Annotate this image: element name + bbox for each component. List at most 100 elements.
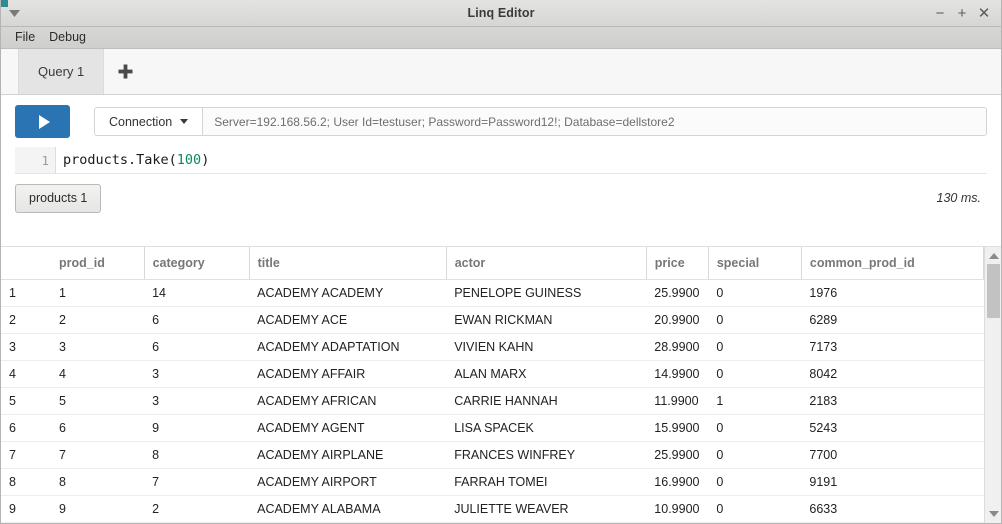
cell-prod-id[interactable]: 3 (51, 333, 145, 361)
cell-common-prod-id[interactable]: 7173 (801, 333, 984, 361)
table-row[interactable]: 5 5 3 ACADEMY AFRICAN CARRIE HANNAH 11.9900 1 2… (1, 387, 984, 415)
cell-category[interactable]: 15 (144, 522, 250, 523)
cell-special[interactable]: 0 (708, 279, 802, 307)
scroll-up-button[interactable] (985, 249, 1001, 263)
cell-actor[interactable]: FRANCES WINFREY (446, 441, 647, 469)
cell-title[interactable]: ACADEMY AIRPLANE (249, 441, 447, 469)
cell-actor[interactable]: ALAN MARX (446, 360, 647, 388)
cell-actor[interactable]: FARRAH TOMEI (446, 468, 647, 496)
cell-common-prod-id[interactable]: 1976 (801, 279, 984, 307)
table-row[interactable]: 2 2 6 ACADEMY ACE EWAN RICKMAN 20.9900 0 6289 (1, 306, 984, 334)
cell-title[interactable]: ACADEMY ALABAMA (249, 495, 447, 523)
cell-price[interactable]: 16.9900 (646, 468, 709, 496)
cell-title[interactable]: ACADEMY AGENT (249, 414, 447, 442)
column-header-title[interactable]: title (249, 247, 447, 280)
run-query-button[interactable] (15, 105, 70, 138)
cell-title[interactable]: ACADEMY AIRPORT (249, 468, 447, 496)
cell-actor[interactable]: PENELOPE GUINESS (446, 279, 647, 307)
table-row[interactable]: 7 7 8 ACADEMY AIRPLANE FRANCES WINFREY 25.990… (1, 441, 984, 469)
table-row[interactable]: 101015ACADEMY ALADDINANNETTE FREEMAN0.00… (1, 522, 984, 523)
cell-category[interactable]: 7 (144, 468, 250, 496)
result-set-tab-products[interactable]: products 1 (15, 184, 102, 213)
cell-actor[interactable]: CARRIE HANNAH (446, 387, 647, 415)
cell-category[interactable]: 6 (144, 306, 250, 334)
cell-price[interactable]: 28.9900 (646, 333, 709, 361)
close-button[interactable]: ✕ (973, 0, 995, 27)
cell-category[interactable]: 14 (144, 279, 250, 307)
cell-title[interactable]: ACADEMY AFFAIR (249, 360, 447, 388)
cell-special[interactable]: 0 (708, 495, 802, 523)
cell-common-prod-id[interactable]: 7700 (801, 441, 984, 469)
cell-title[interactable]: ACADEMY ALADDIN (249, 522, 447, 523)
cell-category[interactable]: 9 (144, 414, 250, 442)
cell-special[interactable]: 1 (708, 387, 802, 415)
cell-prod-id[interactable]: 4 (51, 360, 145, 388)
connection-dropdown-button[interactable]: Connection (95, 108, 204, 135)
cell-category[interactable]: 3 (144, 360, 250, 388)
cell-price[interactable]: 0.0000 (646, 522, 709, 523)
cell-common-prod-id[interactable]: 8042 (801, 360, 984, 388)
table-row[interactable]: 9 9 2 ACADEMY ALABAMA JULIETTE WEAVER 10.9900… (1, 495, 984, 523)
cell-category[interactable]: 2 (144, 495, 250, 523)
cell-actor[interactable]: LISA SPACEK (446, 414, 647, 442)
cell-prod-id[interactable]: 6 (51, 414, 145, 442)
cell-special[interactable]: 0 (708, 306, 802, 334)
scrollbar-thumb[interactable] (987, 264, 1000, 318)
cell-special[interactable]: 0 (708, 333, 802, 361)
cell-actor[interactable]: EWAN RICKMAN (446, 306, 647, 334)
column-header-special[interactable]: special (708, 247, 802, 280)
table-row[interactable]: 6 6 9 ACADEMY AGENT LISA SPACEK 15.9900 0 5243 (1, 414, 984, 442)
cell-prod-id[interactable]: 5 (51, 387, 145, 415)
cell-common-prod-id[interactable]: 2183 (801, 387, 984, 415)
cell-special[interactable]: 0 (708, 360, 802, 388)
cell-price[interactable]: 25.9900 (646, 441, 709, 469)
cell-price[interactable]: 15.9900 (646, 414, 709, 442)
connection-string-input[interactable]: Server=192.168.56.2; User Id=testuser; P… (203, 108, 986, 135)
add-query-tab-button[interactable] (104, 49, 146, 94)
cell-price[interactable]: 11.9900 (646, 387, 709, 415)
cell-actor[interactable]: JULIETTE WEAVER (446, 495, 647, 523)
cell-price[interactable]: 14.9900 (646, 360, 709, 388)
table-row[interactable]: 1 1 14 ACADEMY ACADEMY PENELOPE GUINESS 25.99… (1, 279, 984, 307)
column-header-prod-id[interactable]: prod_id (51, 247, 145, 280)
cell-title[interactable]: ACADEMY ACE (249, 306, 447, 334)
table-row[interactable]: 8 8 7 ACADEMY AIRPORT FARRAH TOMEI 16.9900 0 91… (1, 468, 984, 496)
cell-prod-id[interactable]: 1 (51, 279, 145, 307)
cell-prod-id[interactable]: 10 (51, 522, 145, 523)
menu-item-debug[interactable]: Debug (42, 29, 93, 46)
cell-common-prod-id[interactable]: 6633 (801, 495, 984, 523)
code-editor[interactable]: 1 products.Take(100) (15, 147, 987, 174)
cell-price[interactable]: 20.9900 (646, 306, 709, 334)
cell-prod-id[interactable]: 7 (51, 441, 145, 469)
menu-item-file[interactable]: File (8, 29, 42, 46)
cell-special[interactable]: 0 (708, 522, 802, 523)
column-header-common-prod-id[interactable]: common_prod_id (801, 247, 984, 280)
column-header-category[interactable]: category (144, 247, 250, 280)
cell-special[interactable]: 0 (708, 468, 802, 496)
editor-code-line[interactable]: products.Take(100) (56, 147, 987, 173)
cell-prod-id[interactable]: 8 (51, 468, 145, 496)
tab-query-1[interactable]: Query 1 (18, 49, 105, 94)
cell-prod-id[interactable]: 2 (51, 306, 145, 334)
cell-price[interactable]: 25.9900 (646, 279, 709, 307)
cell-actor[interactable]: VIVIEN KAHN (446, 333, 647, 361)
minimize-button[interactable]: − (929, 0, 951, 27)
table-row[interactable]: 4 4 3 ACADEMY AFFAIR ALAN MARX 14.9900 0 8042 (1, 360, 984, 388)
cell-common-prod-id[interactable]: 621 (801, 522, 984, 523)
cell-title[interactable]: ACADEMY ADAPTATION (249, 333, 447, 361)
column-header-actor[interactable]: actor (446, 247, 647, 280)
cell-common-prod-id[interactable]: 6289 (801, 306, 984, 334)
cell-prod-id[interactable]: 9 (51, 495, 145, 523)
cell-special[interactable]: 0 (708, 414, 802, 442)
table-row[interactable]: 3 3 6 ACADEMY ADAPTATION VIVIEN KAHN 28.9900 0… (1, 333, 984, 361)
scroll-down-button[interactable] (985, 507, 1001, 521)
cell-common-prod-id[interactable]: 9191 (801, 468, 984, 496)
cell-title[interactable]: ACADEMY AFRICAN (249, 387, 447, 415)
cell-common-prod-id[interactable]: 5243 (801, 414, 984, 442)
cell-price[interactable]: 10.9900 (646, 495, 709, 523)
cell-title[interactable]: ACADEMY ACADEMY (249, 279, 447, 307)
cell-special[interactable]: 0 (708, 441, 802, 469)
cell-actor[interactable]: ANNETTE FREEMAN (446, 522, 647, 523)
column-header-price[interactable]: price (646, 247, 709, 280)
results-vertical-scrollbar[interactable] (984, 247, 1001, 523)
